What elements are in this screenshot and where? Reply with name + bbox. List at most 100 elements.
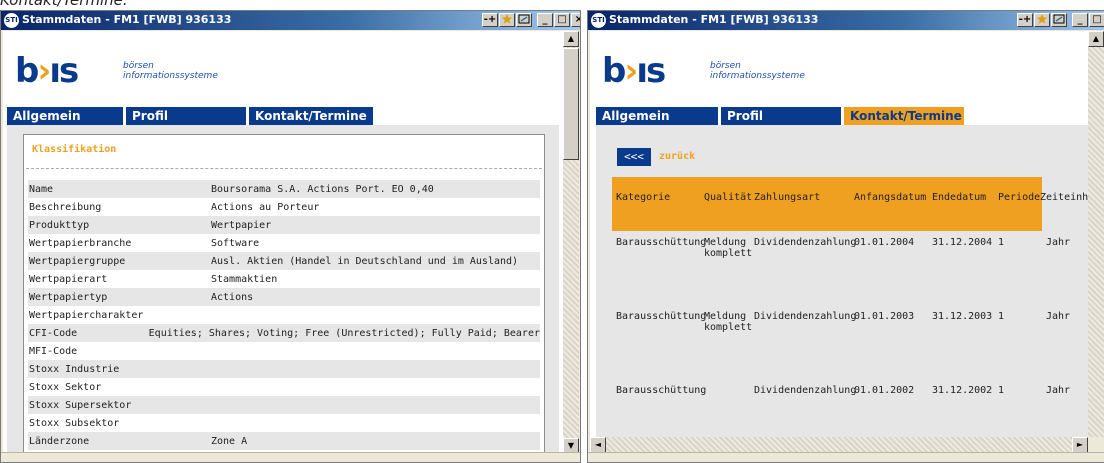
table-header: Kategorie Qualität Zahlungsart Anfangsda… — [612, 177, 1088, 231]
table-row: Beschreibung Actions au Porteur — [28, 198, 540, 216]
table-row: Länderzone Zone A — [28, 432, 540, 450]
app-icon: STI — [4, 13, 19, 28]
termine-table: Kategorie Qualität Zahlungsart Anfangsda… — [612, 177, 1088, 437]
vertical-scrollbar[interactable]: ▲ — [1088, 31, 1104, 437]
table-row: Stoxx Industrie — [28, 360, 540, 378]
status-bar — [588, 452, 1104, 462]
table-row: Wertpapiergruppe Ausl. Aktien (Handel in … — [28, 252, 540, 270]
scroll-left-button[interactable]: ◄ — [590, 437, 606, 453]
cell-kategorie: Barausschüttung — [616, 237, 707, 248]
table-row: Wertpapiertyp Actions — [28, 288, 540, 306]
cell-zeiteinheit: Jahr — [1046, 385, 1071, 396]
window-left: STI Stammdaten - FM1 [FWB] 936133 -+ _ □… — [0, 10, 581, 463]
restore-icon[interactable]: -+ — [1017, 13, 1033, 27]
classification-list: Name Boursorama S.A. Actions Port. EO 0,4… — [28, 180, 540, 450]
field-label: Wertpapierart — [29, 273, 108, 285]
field-label: MFI-Code — [29, 345, 78, 357]
field-label: Stoxx Sektor — [29, 381, 102, 393]
table-row: Barausschüttung Meldung komplett Dividen… — [612, 305, 1070, 379]
cell-periode: 1 — [998, 237, 1005, 248]
field-value: Software — [211, 237, 260, 249]
field-value: Boursorama S.A. Actions Port. EO 0,40 — [211, 183, 434, 195]
window-title: Stammdaten - FM1 [FWB] 936133 — [609, 13, 819, 26]
maximize-button[interactable]: □ — [554, 13, 570, 27]
restore-icon[interactable]: -+ — [482, 13, 498, 27]
content-area: b›ıs börsen informationssysteme Allgemein… — [3, 31, 563, 454]
field-label: Wertpapiergruppe — [29, 255, 126, 267]
window-right: STI Stammdaten - FM1 [FWB] 936133 -+ _ □… — [587, 10, 1104, 463]
tab-kontakt-termine[interactable]: Kontakt/Termine — [249, 107, 373, 125]
field-label: Wertpapiercharakter — [29, 309, 144, 321]
field-label: Name — [29, 183, 54, 195]
scroll-up-button[interactable]: ▲ — [563, 31, 579, 47]
cell-endedatum: 31.12.2003 — [932, 311, 993, 322]
table-row: Wertpapierart Stammaktien — [28, 270, 540, 288]
back-link[interactable]: zurück — [659, 151, 695, 162]
table-row: Stoxx Sektor — [28, 378, 540, 396]
cell-zahlungsart: Dividendenzahlung — [754, 237, 857, 248]
scroll-thumb[interactable] — [563, 48, 579, 160]
favorite-star-icon[interactable] — [1034, 13, 1050, 27]
cell-zeiteinheit: Jahr — [1046, 237, 1071, 248]
field-label: Beschreibung — [29, 201, 102, 213]
cell-kategorie: Barausschüttung — [616, 311, 707, 322]
table-row: Barausschüttung Meldung komplett Dividen… — [612, 231, 1070, 305]
cell-kategorie: Barausschüttung — [616, 385, 707, 396]
field-label: Produkttyp — [29, 219, 90, 231]
table-row: Barausschüttung Dividendenzahlung 01.01.… — [612, 379, 1070, 437]
klassifikation-box: Klassifikation Name Boursorama S.A. Actio… — [23, 134, 545, 454]
tab-kontakt-termine[interactable]: Kontakt/Termine — [844, 107, 964, 125]
cell-anfangsdatum: 01.01.2003 — [854, 311, 915, 322]
minimize-button[interactable]: _ — [537, 13, 553, 27]
table-row: Produkttyp Wertpapier — [28, 216, 540, 234]
vertical-scrollbar[interactable]: ▲ ▼ — [563, 31, 579, 454]
col-qualitaet: Qualität — [704, 192, 753, 203]
horizontal-scrollbar[interactable]: ◄ ► — [590, 437, 1088, 453]
title-bar[interactable]: STI Stammdaten - FM1 [FWB] 936133 -+ _ □… — [1, 11, 580, 30]
bis-logo: b›ıs börsen informationssysteme — [15, 52, 235, 92]
cell-endedatum: 31.12.2002 — [932, 385, 993, 396]
field-label: Stoxx Supersektor — [29, 399, 132, 411]
field-label: Wertpapiertyp — [29, 291, 108, 303]
scroll-right-button[interactable]: ► — [1072, 437, 1088, 453]
table-row: Name Boursorama S.A. Actions Port. EO 0,4… — [28, 180, 540, 198]
table-row: MFI-Code — [28, 342, 540, 360]
table-row: Wertpapierbranche Software — [28, 234, 540, 252]
cell-anfangsdatum: 01.01.2002 — [854, 385, 915, 396]
logo-text: börsen informationssysteme — [123, 61, 218, 81]
table-row: Stoxx Supersektor — [28, 396, 540, 414]
minimize-button[interactable]: _ — [1072, 13, 1088, 27]
tab-allgemein[interactable]: Allgemein — [596, 107, 718, 125]
field-value: Actions — [211, 291, 254, 303]
cell-zahlungsart: Dividendenzahlung — [754, 311, 857, 322]
favorite-star-icon[interactable] — [499, 13, 515, 27]
logo-text: börsen informationssysteme — [710, 61, 805, 81]
close-button[interactable]: × — [571, 13, 580, 27]
tab-profil[interactable]: Profil — [126, 107, 246, 125]
cell-qualitaet: Meldung komplett — [704, 237, 753, 259]
cell-endedatum: 31.12.2004 — [932, 237, 993, 248]
field-label: Stoxx Subsektor — [29, 417, 120, 429]
cell-periode: 1 — [998, 385, 1005, 396]
field-value: Zone A — [211, 435, 248, 447]
tab-allgemein[interactable]: Allgemein — [7, 107, 123, 125]
back-button[interactable]: <<< — [617, 148, 651, 166]
col-kategorie: Kategorie — [616, 192, 671, 203]
col-zeiteinheit: Zeiteinheit — [1040, 192, 1088, 203]
resize-icon[interactable] — [1051, 13, 1067, 27]
tab-profil[interactable]: Profil — [721, 107, 841, 125]
scroll-up-button[interactable]: ▲ — [1088, 31, 1104, 47]
resize-icon[interactable] — [516, 13, 532, 27]
title-bar[interactable]: STI Stammdaten - FM1 [FWB] 936133 -+ _ □… — [588, 11, 1104, 30]
status-bar — [1, 452, 580, 462]
field-value: Stammaktien — [211, 273, 278, 285]
table-row: CFI-Code Equities; Shares; Voting; Free (… — [28, 324, 540, 342]
field-label: Länderzone — [29, 435, 90, 447]
field-label: Wertpapierbranche — [29, 237, 132, 249]
app-icon: STI — [591, 13, 606, 28]
table-row: Stoxx Subsektor — [28, 414, 540, 432]
maximize-button[interactable]: □ — [1089, 13, 1104, 27]
field-value: Ausl. Aktien (Handel in Deutschland und … — [211, 255, 519, 267]
cell-anfangsdatum: 01.01.2004 — [854, 237, 915, 248]
table-row: Wertpapiercharakter — [28, 306, 540, 324]
